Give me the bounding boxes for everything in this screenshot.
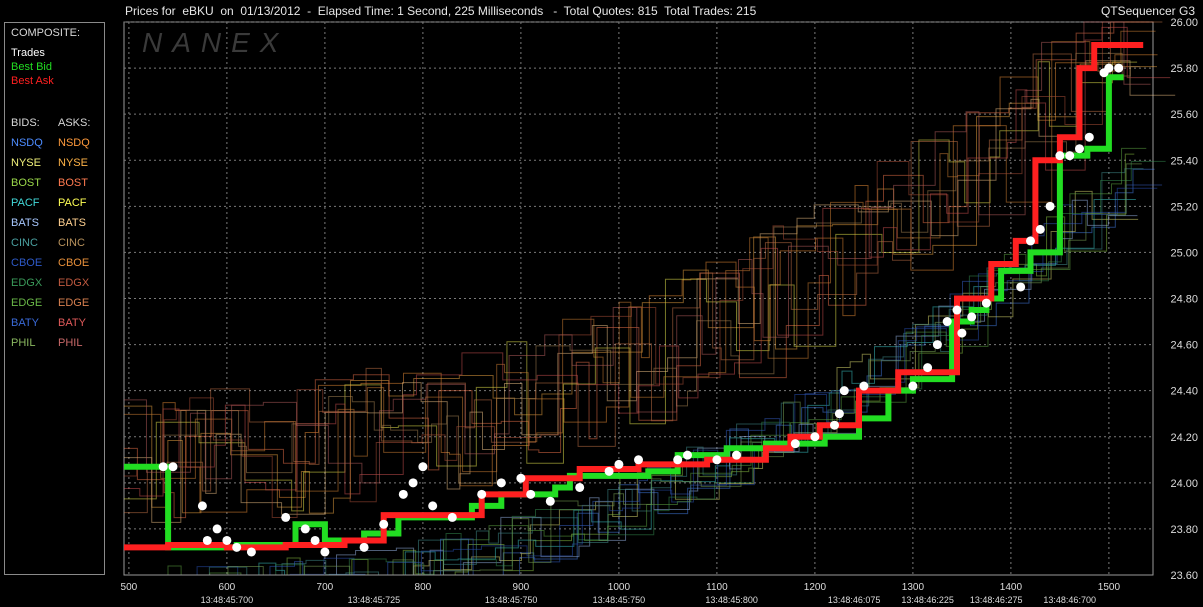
trade-point [477,489,487,499]
trade-point [168,462,178,472]
trade-point [545,496,555,506]
x-tick-label: 1000 [608,582,631,593]
trade-point [379,519,389,529]
time-label: 13:48:45:750 [593,595,646,605]
price-chart: NANEX 23.60 23.80 24.00 24.20 24.40 24.60 24.80… [121,17,1198,605]
trade-point [1016,282,1026,292]
trade-point [418,462,428,472]
trade-point [839,386,849,396]
time-label: 13:48:45:700 [201,595,254,605]
trade-point [1104,63,1114,73]
time-label: 13:48:46:275 [970,595,1023,605]
y-tick-label: 25.80 [1170,63,1198,75]
trade-point [967,312,977,322]
y-tick-label: 23.80 [1170,524,1198,536]
trade-point [526,489,536,499]
time-label: 13:48:46:225 [901,595,954,605]
y-tick-label: 26.00 [1170,17,1198,29]
time-label: 13:48:45:800 [705,595,758,605]
trade-point [202,535,212,545]
trade-point [830,420,839,430]
trade-point [683,450,692,460]
y-tick-label: 24.80 [1170,294,1198,306]
trade-point [859,381,869,391]
trade-point [604,466,614,476]
y-tick-label: 24.40 [1170,386,1198,398]
trade-point [1084,132,1094,142]
trade-point [310,535,320,545]
watermark: NANEX [142,27,288,58]
trade-point [732,450,741,460]
x-tick-label: 1400 [1000,582,1023,593]
trade-point [1035,224,1045,234]
trade-point [496,478,506,488]
trade-point [942,317,952,327]
trade-point [614,459,624,469]
trade-point [952,305,962,315]
x-tick-label: 1300 [902,582,925,593]
trade-point [281,512,291,522]
trade-point [1075,144,1084,154]
trade-point [957,328,967,338]
trade-point [575,482,585,492]
trade-point [834,409,844,419]
y-tick-label: 25.20 [1170,201,1198,213]
y-tick-label: 24.60 [1170,340,1198,352]
trade-point [359,542,369,552]
trade-point [1114,63,1124,73]
trade-point [398,489,408,499]
x-tick-label: 800 [415,582,432,593]
trade-point [300,524,310,534]
trade-point [923,363,933,373]
trade-point [1055,151,1065,161]
trade-point [447,512,457,522]
trade-point [222,535,232,545]
trade-point [212,524,222,534]
x-tick-label: 1200 [804,582,827,593]
x-tick-label: 500 [121,582,138,593]
y-tick-label: 25.60 [1170,109,1198,121]
y-tick-label: 24.00 [1170,478,1198,490]
x-tick-label: 1100 [706,582,728,593]
trade-point [908,381,918,391]
trade-point [1045,201,1055,211]
x-tick-label: 1500 [1098,582,1121,593]
x-tick-label: 700 [317,582,334,593]
trade-point [158,462,168,472]
trade-point [932,340,942,350]
trade-point [320,547,330,557]
trade-point [1065,151,1075,161]
trade-point [712,455,722,465]
y-tick-label: 23.60 [1170,570,1198,582]
time-label: 13:48:45:725 [348,595,401,605]
x-tick-label: 600 [219,582,236,593]
time-label: 13:48:45:750 [485,595,538,605]
trade-point [790,439,800,449]
trade-point [1026,236,1035,246]
trade-point [408,478,418,488]
y-tick-label: 25.00 [1170,247,1198,259]
trade-point [428,501,438,511]
trade-point [232,542,242,552]
trade-point [810,432,820,442]
trade-point [516,473,526,483]
trade-point [981,298,991,308]
y-tick-label: 25.40 [1170,155,1198,167]
trade-point [246,547,256,557]
trade-point [197,501,207,511]
trade-point [673,455,683,465]
time-label: 13:48:46:075 [828,595,881,605]
time-label: 13:48:46:700 [1043,595,1096,605]
x-tick-label: 900 [513,582,530,593]
y-tick-label: 24.20 [1170,432,1198,444]
trade-point [634,455,643,465]
